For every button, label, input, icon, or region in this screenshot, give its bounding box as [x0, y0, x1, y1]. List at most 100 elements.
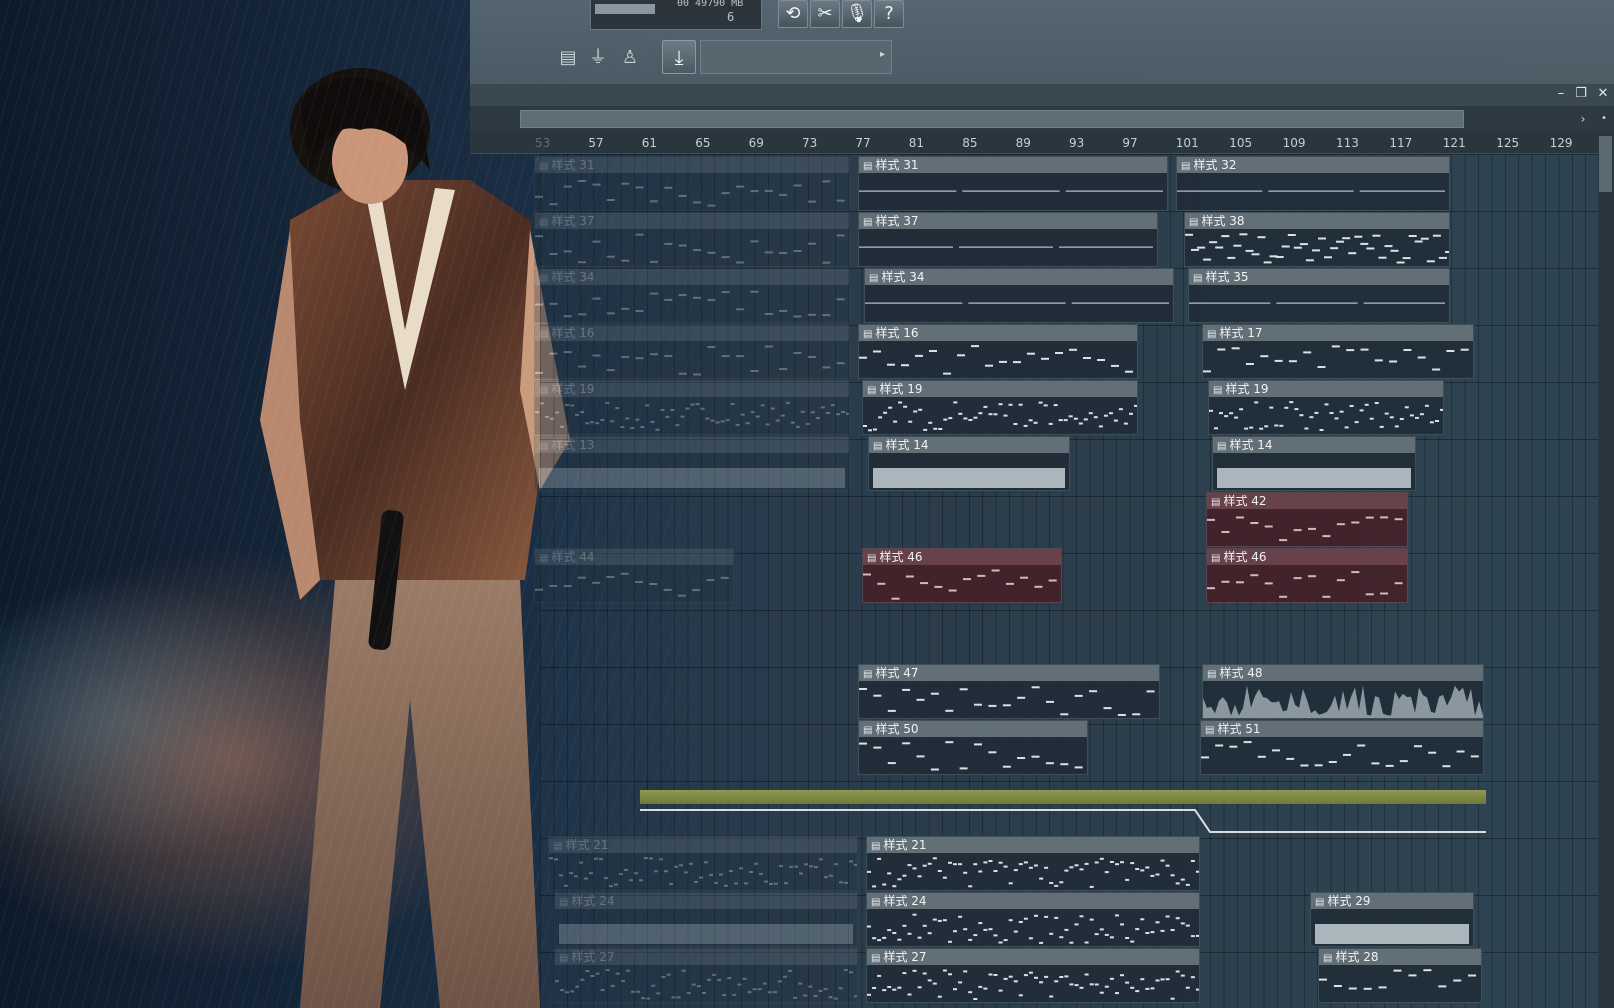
ruler-tick-label: 109: [1282, 136, 1306, 150]
pattern-clip-header: ▤ 样式 19: [535, 381, 849, 397]
pattern-icon: ▤: [1315, 897, 1325, 908]
pattern-clip[interactable]: ▤ 样式 28: [1318, 948, 1482, 1003]
pattern-clip[interactable]: ▤ 样式 31: [858, 156, 1168, 211]
pattern-clip[interactable]: ▤ 样式 34: [534, 268, 850, 323]
pattern-clip-label: 样式 37: [875, 214, 919, 228]
timeline-ruler[interactable]: [470, 132, 1598, 154]
pattern-clip[interactable]: ▤ 样式 21: [548, 836, 858, 891]
snap-button[interactable]: ✂: [810, 0, 840, 28]
pattern-clip[interactable]: ▤ 样式 27: [554, 948, 858, 1003]
pattern-clip-label: 样式 14: [885, 438, 929, 452]
ruler-tick-label: 93: [1069, 136, 1085, 150]
pattern-clip-header: ▤ 样式 21: [549, 837, 857, 853]
pattern-clip[interactable]: ▤ 样式 16: [858, 324, 1138, 379]
pattern-clip-label: 样式 44: [551, 550, 595, 564]
record-audio-button[interactable]: 🎙: [842, 0, 872, 28]
pattern-preview: [859, 190, 1164, 192]
pattern-clip-label: 样式 37: [551, 214, 595, 228]
pattern-clip-header: ▤ 样式 16: [859, 325, 1137, 341]
pattern-icon: ▤: [863, 669, 873, 680]
pattern-clip-header: ▤ 样式 24: [867, 893, 1199, 909]
pattern-icon: ▤: [1323, 953, 1333, 964]
memory-monitor: 00 49790 MB 6: [590, 0, 762, 30]
pattern-clip[interactable]: ▤ 样式 46: [862, 548, 1062, 603]
pattern-clip[interactable]: ▤ 样式 42: [1206, 492, 1408, 547]
ruler-tick-label: 121: [1442, 136, 1466, 150]
pattern-clip-header: ▤ 样式 17: [1203, 325, 1473, 341]
pattern-preview: [1177, 190, 1446, 192]
pattern-clip[interactable]: ▤ 样式 47: [858, 664, 1160, 719]
pattern-clip-header: ▤ 样式 35: [1189, 269, 1449, 285]
restore-button[interactable]: ❐: [1572, 84, 1590, 104]
browser-button[interactable]: ▤: [554, 42, 582, 74]
cpu-meter-bar: [595, 4, 655, 14]
polyphony-readout: 6: [727, 10, 735, 24]
pattern-clip[interactable]: ▤ 样式 37: [534, 212, 850, 267]
pattern-preview: [869, 453, 1070, 491]
ruler-tick-label: 85: [962, 136, 978, 150]
pattern-clip[interactable]: ▤ 样式 16: [534, 324, 850, 379]
pattern-clip-label: 样式 38: [1201, 214, 1245, 228]
download-button[interactable]: ⤓: [662, 40, 696, 74]
pattern-clip[interactable]: ▤ 样式 27: [866, 948, 1200, 1003]
pattern-clip[interactable]: ▤ 样式 50: [858, 720, 1088, 775]
close-button[interactable]: ✕: [1594, 84, 1612, 104]
minimize-button[interactable]: –: [1552, 84, 1570, 104]
pattern-clip[interactable]: ▤ 样式 24: [554, 892, 858, 947]
help-button[interactable]: ?: [874, 0, 904, 28]
pattern-clip[interactable]: ▤ 样式 34: [864, 268, 1174, 323]
pattern-clip[interactable]: ▤ 样式 35: [1188, 268, 1450, 323]
pattern-icon: ▤: [871, 897, 881, 908]
pattern-clip[interactable]: ▤ 样式 14: [1212, 436, 1416, 491]
pattern-clip-label: 样式 35: [1205, 270, 1249, 284]
pattern-clip[interactable]: ▤ 样式 44: [534, 548, 734, 603]
automation-curve: [640, 809, 1486, 833]
pattern-preview: [1311, 909, 1474, 947]
hint-arrow-icon: ▸: [879, 49, 885, 60]
pattern-clip[interactable]: ▤ 样式 29: [1310, 892, 1474, 947]
pattern-clip[interactable]: ▤ 样式 24: [866, 892, 1200, 947]
ruler-tick-label: 129: [1549, 136, 1573, 150]
pattern-clip[interactable]: ▤ 样式 38: [1184, 212, 1450, 267]
scroll-right-button[interactable]: ›: [1574, 110, 1592, 128]
pattern-preview: [867, 857, 1199, 888]
pattern-clip[interactable]: ▤ 样式 21: [866, 836, 1200, 891]
scroll-menu-button[interactable]: •: [1596, 110, 1612, 128]
pattern-preview: [863, 569, 1057, 600]
pattern-clip-label: 样式 34: [881, 270, 925, 284]
pattern-clip[interactable]: ▤ 样式 51: [1200, 720, 1484, 775]
pattern-clip[interactable]: ▤ 样式 19: [534, 380, 850, 435]
pattern-icon: ▤: [1189, 217, 1199, 228]
automation-clip[interactable]: [640, 790, 1486, 804]
vertical-scrollbar-track: [1598, 132, 1614, 1008]
pattern-preview: [1319, 969, 1477, 990]
pattern-clip[interactable]: ▤ 样式 31: [534, 156, 850, 211]
pattern-preview: [859, 686, 1155, 716]
vertical-scrollbar-thumb[interactable]: [1599, 136, 1612, 192]
pattern-clip-label: 样式 24: [883, 894, 927, 908]
horizontal-scrollbar-thumb[interactable]: [520, 110, 1464, 128]
pattern-preview: [859, 246, 1153, 248]
pattern-clip[interactable]: ▤ 样式 48: [1202, 664, 1484, 719]
pattern-clip-header: ▤ 样式 14: [869, 437, 1069, 453]
pattern-clip[interactable]: ▤ 样式 13: [534, 436, 850, 491]
mixer-button[interactable]: ♙: [616, 42, 644, 74]
loop-record-button[interactable]: ⟲: [778, 0, 808, 28]
pattern-clip[interactable]: ▤ 样式 17: [1202, 324, 1474, 379]
pattern-icon: ▤: [1217, 441, 1227, 452]
pattern-clip[interactable]: ▤ 样式 46: [1206, 548, 1408, 603]
pattern-clip[interactable]: ▤ 样式 14: [868, 436, 1070, 491]
ruler-tick-label: 73: [802, 136, 818, 150]
plugin-button[interactable]: ⏚: [584, 42, 612, 74]
pattern-clip-header: ▤ 样式 42: [1207, 493, 1407, 509]
pattern-icon: ▤: [871, 953, 881, 964]
pattern-preview: [865, 302, 1170, 304]
chevron-right-icon: ›: [1580, 112, 1586, 126]
pattern-clip-header: ▤ 样式 34: [535, 269, 849, 285]
pattern-clip[interactable]: ▤ 样式 19: [1208, 380, 1444, 435]
loop-record-icon: ⟲: [785, 3, 801, 24]
pattern-clip-header: ▤ 样式 48: [1203, 665, 1483, 681]
pattern-clip[interactable]: ▤ 样式 19: [862, 380, 1138, 435]
pattern-clip[interactable]: ▤ 样式 37: [858, 212, 1158, 267]
pattern-clip[interactable]: ▤ 样式 32: [1176, 156, 1450, 211]
